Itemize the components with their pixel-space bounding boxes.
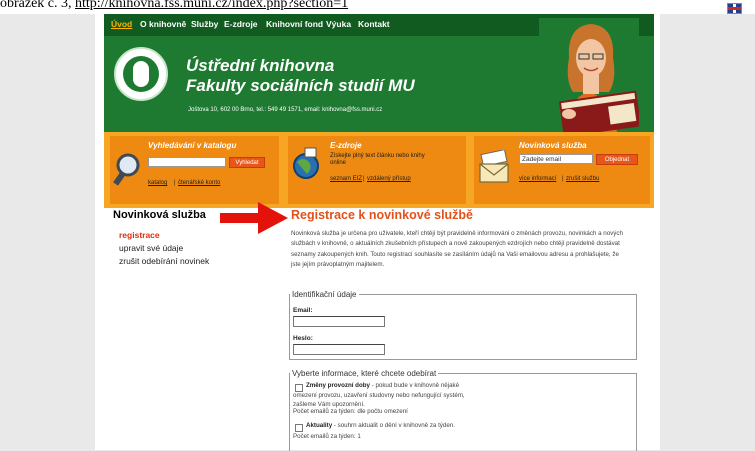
- page-title: Registrace k novinkové službě: [291, 208, 474, 222]
- opt-provozni-doba-count: Počet emailů za týden: dle počtu omezení: [293, 408, 408, 415]
- caption-text: obrázek č. 3, http://knihovna.fss.muni.c…: [0, 0, 348, 12]
- catalog-search-box: Vyhledávání v katalogu Vyhledat katalog …: [110, 136, 279, 204]
- identification-legend: Identifikační údaje: [292, 290, 357, 299]
- envelope-icon: [479, 150, 509, 183]
- email-label: Email:: [293, 307, 313, 314]
- cancel-service-link[interactable]: zrušit službu: [566, 176, 599, 182]
- ezdroje-separator: |: [363, 176, 365, 182]
- password-field[interactable]: [293, 344, 385, 355]
- red-arrow-annotation: [220, 202, 288, 234]
- opt-provozni-doba-title: Změny provozní doby: [306, 382, 370, 389]
- nav-e-zdroje[interactable]: E-zdroje: [224, 19, 258, 29]
- opt-aktuality-desc: - souhrn aktualit o dění v knihovně za t…: [332, 422, 455, 429]
- sidebar-title: Novinková služba: [113, 209, 206, 221]
- remote-access-link[interactable]: vzdálený přístup: [367, 176, 411, 182]
- opt-provozni-doba-text: Změny provozní doby - pokud bude v kniho…: [293, 381, 483, 410]
- password-label: Heslo:: [293, 335, 313, 342]
- ezdroje-box-title: E-zdroje: [330, 141, 362, 150]
- caption-url-link[interactable]: http://knihovna.fss.muni.cz/index.php?se…: [75, 0, 348, 11]
- caption-prefix: obrázek č. 3,: [0, 0, 72, 11]
- catalog-search-button[interactable]: Vyhledat: [229, 157, 265, 168]
- sidebar-item-registrace[interactable]: registrace: [119, 230, 160, 240]
- eiz-list-link[interactable]: seznam EIZ: [330, 176, 362, 182]
- nav-kontakt[interactable]: Kontakt: [358, 19, 390, 29]
- catalog-box-title: Vyhledávání v katalogu: [148, 141, 237, 150]
- sidebar-item-zrusit[interactable]: zrušit odebírání novinek: [119, 256, 209, 266]
- woman-reading-book-illustration: [539, 18, 639, 132]
- intro-paragraph: Novinková služba je určena pro uživatele…: [291, 230, 623, 269]
- site-address: Joštova 10, 602 00 Brno, tel.: 549 49 15…: [188, 107, 383, 113]
- email-field[interactable]: [293, 316, 385, 327]
- catalog-search-input[interactable]: [148, 157, 226, 167]
- newsletter-box: Novinková služba Zadejte email Objednat …: [474, 136, 650, 204]
- opt-aktuality-count: Počet emailů za týden: 1: [293, 433, 361, 440]
- globe-icon: [293, 147, 319, 179]
- newsletter-email-input[interactable]: Zadejte email: [519, 154, 593, 164]
- quick-boxes: Vyhledávání v katalogu Vyhledat katalog …: [104, 132, 654, 208]
- nav-sluzby[interactable]: Služby: [191, 19, 218, 29]
- magnifier-icon: [113, 153, 140, 186]
- catalog-link[interactable]: katalog: [148, 180, 167, 186]
- nav-o-knihovne[interactable]: O knihovně: [140, 19, 186, 29]
- site-title-line1: Ústřední knihovna: [186, 56, 335, 75]
- newsletter-box-title: Novinková služba: [519, 141, 587, 150]
- library-logo-icon[interactable]: [114, 47, 168, 101]
- nav-vyuka[interactable]: Výuka: [326, 19, 351, 29]
- opt-aktuality-text: Aktuality - souhrn aktualit o dění v kni…: [293, 421, 483, 431]
- nav-uvod[interactable]: Úvod: [111, 19, 132, 29]
- ezdroje-box: E-zdroje Získejte plný text článku nebo …: [288, 136, 466, 204]
- site-header: Úvod O knihovně Služby E-zdroje Knihovní…: [104, 14, 654, 132]
- sidebar-item-upravit[interactable]: upravit své údaje: [119, 243, 183, 253]
- newsletter-order-button[interactable]: Objednat: [596, 154, 638, 165]
- english-flag-icon[interactable]: [727, 3, 742, 14]
- site-title-line2: Fakulty sociálních studií MU: [186, 76, 415, 95]
- reader-account-link[interactable]: čtenářské konto: [178, 180, 220, 186]
- newsletter-separator: |: [562, 176, 564, 182]
- opt-aktuality-title: Aktuality: [306, 422, 333, 429]
- catalog-separator: |: [174, 180, 176, 186]
- ezdroje-box-text: Získejte plný text článku nebo knihy onl…: [330, 153, 425, 166]
- nav-knihovni-fond[interactable]: Knihovní fond: [266, 19, 323, 29]
- more-info-link[interactable]: více informací: [519, 176, 556, 182]
- caption-line: obrázek č. 3, http://knihovna.fss.muni.c…: [0, 0, 755, 14]
- options-legend: Vyberte informace, které chcete odebírat: [292, 369, 437, 378]
